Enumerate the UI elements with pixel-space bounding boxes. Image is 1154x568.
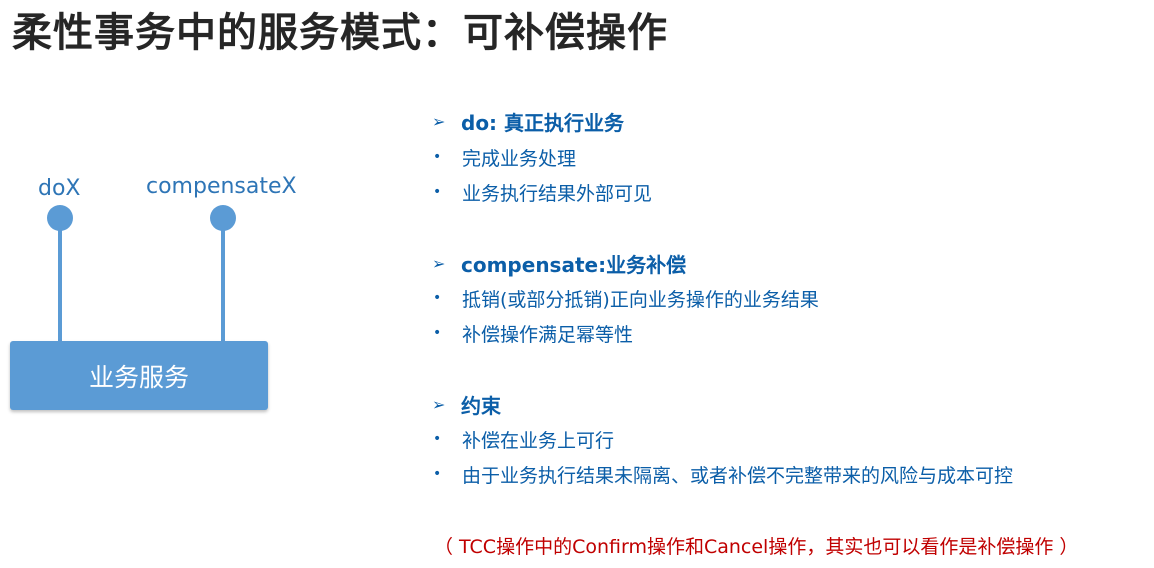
- list-item-text: 补偿操作满足幂等性: [462, 323, 634, 346]
- section-heading-constraints: ➢ 约束: [432, 391, 501, 418]
- list-item-text: 由于业务执行结果未隔离、或者补偿不完整带来的风险与成本可控: [462, 464, 1014, 487]
- pin-label-dox: doX: [38, 176, 81, 201]
- dot-bullet-icon: •: [433, 325, 442, 341]
- list-item: • 业务执行结果外部可见: [432, 179, 652, 205]
- pin-line-dox: [58, 228, 62, 342]
- list-item-text: 补偿在业务上可行: [462, 429, 615, 452]
- pin-label-compensatex: compensateX: [146, 174, 297, 199]
- section-heading-do: ➢ do: 真正执行业务: [432, 108, 625, 135]
- section-heading-compensate: ➢ compensate:业务补偿: [432, 250, 687, 277]
- list-item-text: 完成业务处理: [462, 147, 577, 170]
- service-diagram: doX compensateX 业务服务: [0, 0, 400, 568]
- dot-bullet-icon: •: [433, 184, 442, 200]
- list-item: • 抵销(或部分抵销)正向业务操作的业务结果: [432, 285, 819, 311]
- arrow-bullet-icon: ➢: [432, 394, 446, 414]
- section-heading-text: do: 真正执行业务: [461, 110, 625, 135]
- arrow-bullet-icon: ➢: [432, 111, 446, 131]
- pin-line-compensatex: [221, 228, 225, 342]
- section-heading-text: 约束: [461, 393, 501, 418]
- business-service-label: 业务服务: [88, 362, 189, 392]
- section-heading-text: compensate:业务补偿: [461, 252, 687, 277]
- list-item: • 由于业务执行结果未隔离、或者补偿不完整带来的风险与成本可控: [432, 461, 1013, 487]
- list-item: • 补偿在业务上可行: [432, 426, 614, 452]
- footnote: （ TCC操作中的Confirm操作和Cancel操作，其实也可以看作是补偿操作…: [434, 536, 1079, 558]
- dot-bullet-icon: •: [433, 431, 442, 447]
- dot-bullet-icon: •: [433, 149, 442, 165]
- dot-bullet-icon: •: [433, 466, 442, 482]
- list-item-text: 抵销(或部分抵销)正向业务操作的业务结果: [462, 288, 819, 311]
- list-item: • 补偿操作满足幂等性: [432, 320, 633, 346]
- dot-bullet-icon: •: [433, 290, 442, 306]
- arrow-bullet-icon: ➢: [432, 253, 446, 273]
- list-item: • 完成业务处理: [432, 144, 576, 170]
- business-service-box: 业务服务: [10, 341, 268, 410]
- list-item-text: 业务执行结果外部可见: [462, 182, 653, 205]
